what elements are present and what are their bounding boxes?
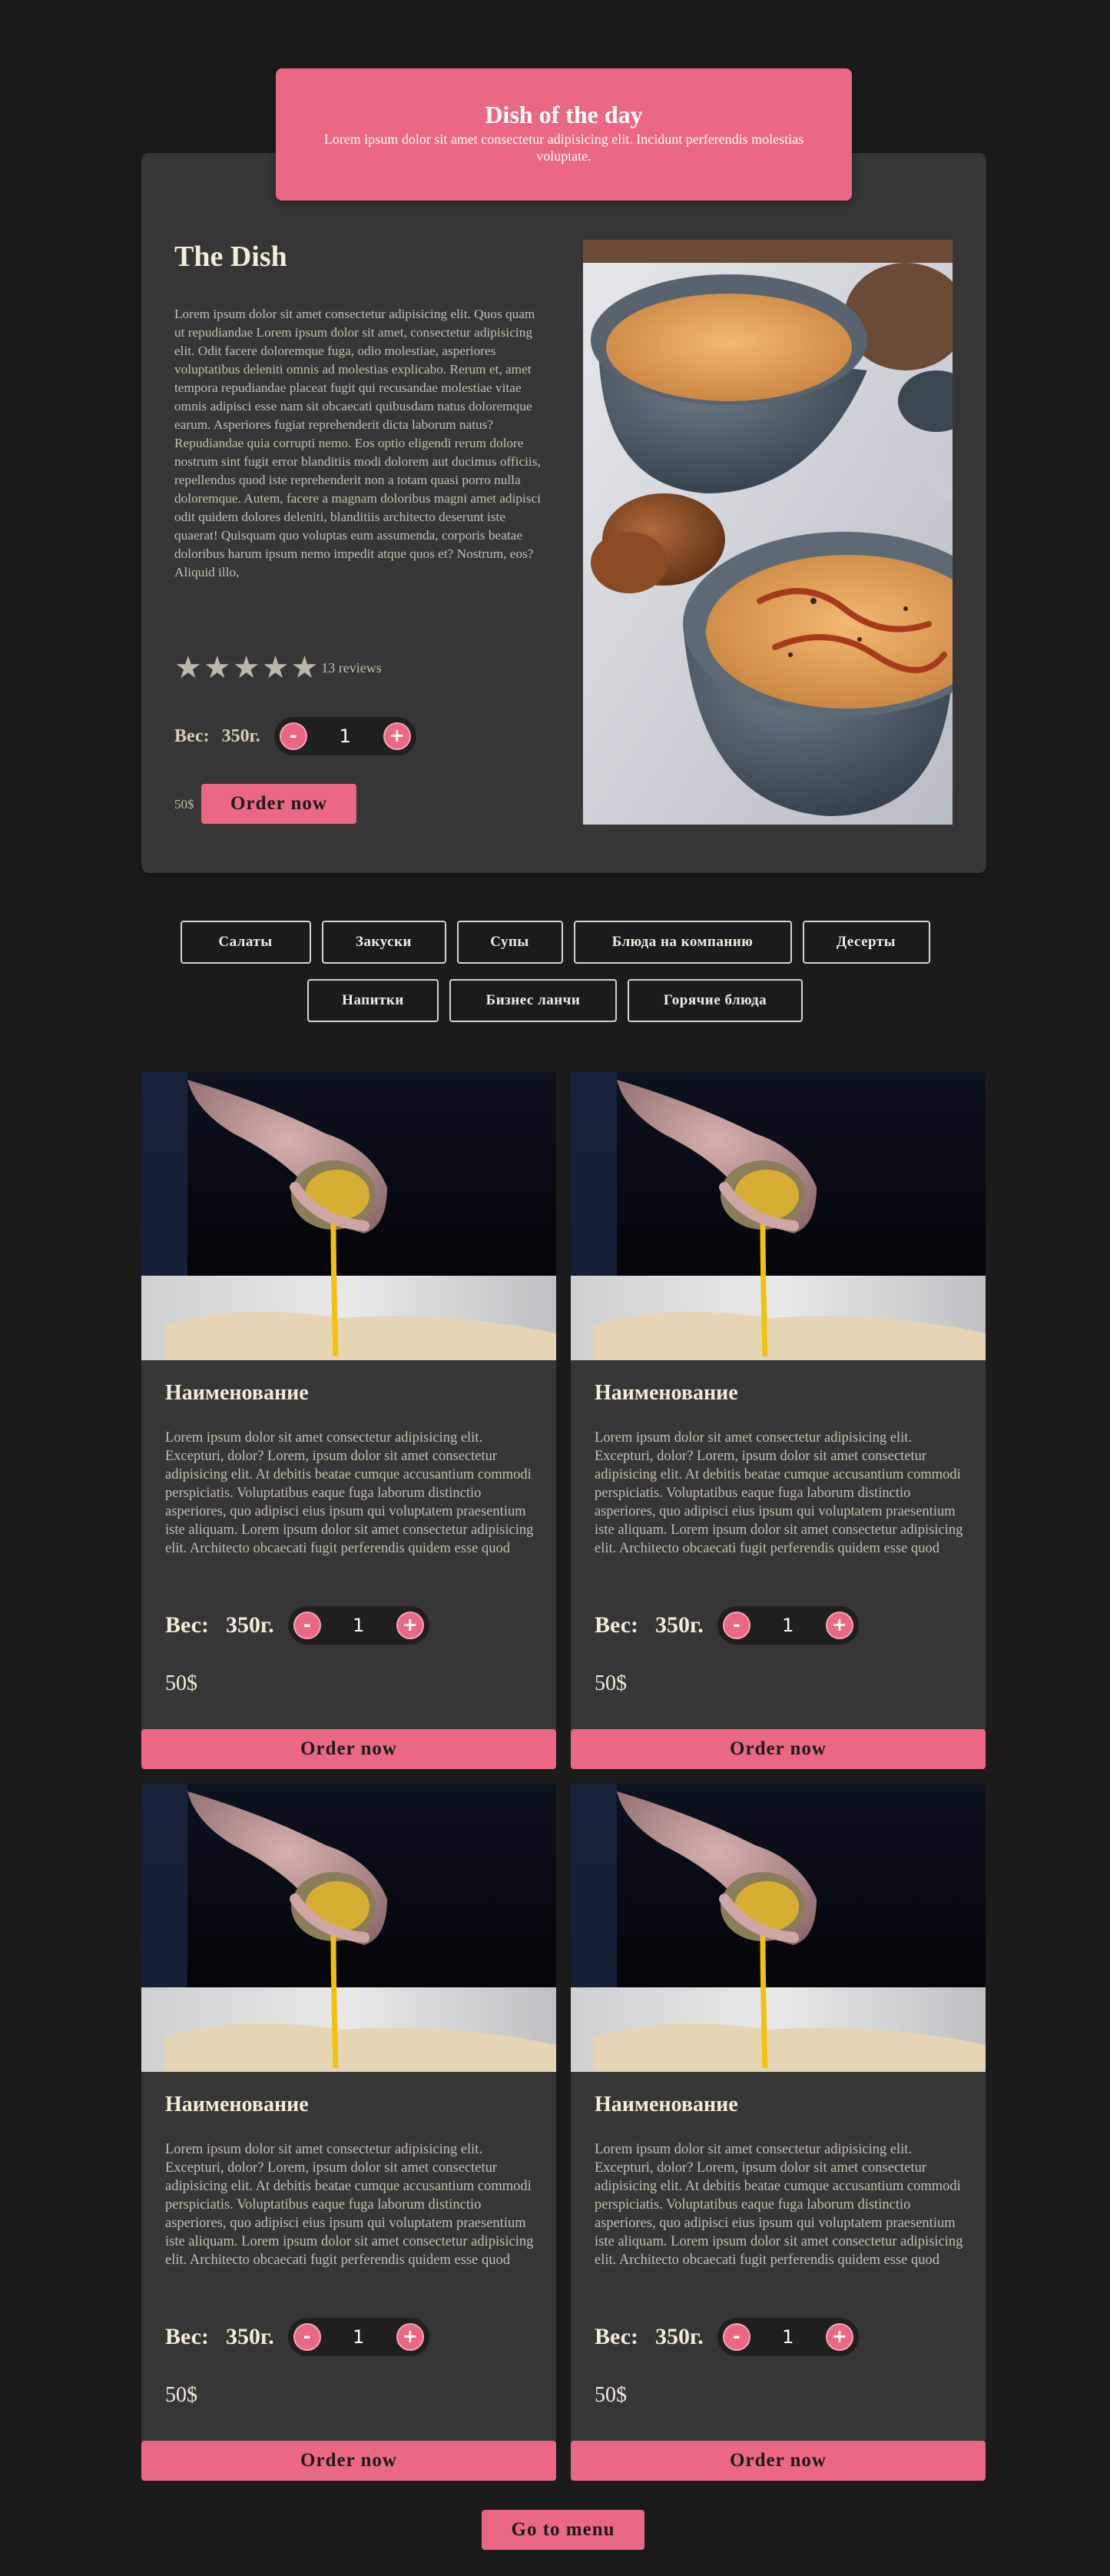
featured-price: 50$ (174, 797, 194, 812)
featured-dish-card: The Dish Lorem ipsum dolor sit amet cons… (141, 153, 986, 873)
order-now-button[interactable]: Order now (571, 2441, 986, 2481)
dish-of-the-day-banner: Dish of the day Lorem ipsum dolor sit am… (276, 68, 852, 201)
weight-label: Вес: (165, 1612, 209, 1638)
category-soups-button[interactable]: Супы (456, 921, 563, 964)
weight-row: Вес: 350г. - 1 + (595, 1606, 859, 1645)
quantity-stepper: - 1 + (287, 1606, 429, 1645)
weight-row: Вес: 350г. - 1 + (165, 2318, 429, 2356)
decrease-button[interactable]: - (293, 1612, 321, 1639)
product-description: Lorem ipsum dolor sit amet consectetur a… (595, 2142, 963, 2268)
category-drinks-button[interactable]: Напитки (307, 979, 439, 1022)
product-card: Наименование Lorem ipsum dolor sit amet … (571, 1072, 986, 1730)
featured-title: The Dish (174, 241, 287, 273)
product-card: Наименование Lorem ipsum dolor sit amet … (571, 1784, 986, 2442)
weight-label: Вес: (165, 2324, 209, 2349)
increase-button[interactable]: + (825, 1612, 853, 1639)
quantity-value: 1 (353, 1615, 365, 1636)
product-price: 50$ (595, 2383, 627, 2407)
product-title: Наименование (595, 1381, 738, 1405)
banner-subtitle: Lorem ipsum dolor sit amet consectetur a… (323, 131, 804, 164)
honey-pour-illustration (571, 1072, 986, 1360)
product-price: 50$ (165, 1671, 197, 1695)
weight-row: Вес: 350г. - 1 + (595, 2318, 859, 2356)
quantity-value: 1 (782, 2326, 794, 2348)
featured-description: Lorem ipsum dolor sit amet consectetur a… (174, 307, 542, 579)
increase-button[interactable]: + (383, 722, 411, 750)
weight-value: 350г. (655, 1612, 704, 1638)
weight-row: Вес: 350г. - 1 + (165, 1606, 429, 1645)
honey-pour-illustration (141, 1072, 556, 1360)
star-icon: ★ (232, 650, 260, 685)
product-title: Наименование (595, 2093, 738, 2116)
category-snacks-button[interactable]: Закуски (321, 921, 446, 964)
weight-value: 350г. (226, 2324, 274, 2349)
star-icon: ★ (261, 650, 290, 685)
category-row-2: Напитки Бизнес ланчи Горячие блюда (0, 979, 1110, 1022)
star-icon: ★ (203, 650, 231, 685)
go-to-menu-button[interactable]: Go to menu (482, 2510, 644, 2550)
honey-pour-photo (571, 1072, 986, 1360)
honey-pour-photo (571, 1784, 986, 2072)
quantity-value: 1 (353, 2326, 365, 2348)
quantity-value: 1 (339, 725, 351, 747)
decrease-button[interactable]: - (722, 1612, 750, 1639)
quantity-stepper: - 1 + (287, 2318, 429, 2356)
product-title: Наименование (165, 1381, 309, 1405)
weight-value: 350г. (226, 1612, 274, 1638)
star-icon: ★ (174, 650, 202, 685)
product-title: Наименование (165, 2093, 309, 2116)
decrease-button[interactable]: - (293, 2323, 321, 2351)
weight-label: Вес: (174, 725, 210, 746)
order-now-button[interactable]: Order now (571, 1729, 986, 1769)
weight-value: 350г. (221, 725, 260, 746)
decrease-button[interactable]: - (722, 2323, 750, 2351)
product-description: Lorem ipsum dolor sit amet consectetur a… (165, 1430, 534, 1556)
honey-pour-illustration (571, 1784, 986, 2072)
star-icon: ★ (290, 650, 319, 685)
honey-pour-photo (141, 1784, 556, 2072)
quantity-stepper: - 1 + (273, 717, 416, 755)
soup-bowls-illustration (583, 240, 953, 825)
weight-label: Вес: (595, 1612, 638, 1638)
quantity-stepper: - 1 + (717, 2318, 859, 2356)
banner-title: Dish of the day (485, 101, 643, 128)
weight-value: 350г. (655, 2324, 704, 2349)
product-description: Lorem ipsum dolor sit amet consectetur a… (595, 1430, 963, 1556)
category-salads-button[interactable]: Салаты (180, 921, 311, 964)
reviews-count: 13 reviews (321, 659, 382, 676)
quantity-stepper: - 1 + (717, 1606, 859, 1645)
category-hot-dishes-button[interactable]: Горячие блюда (628, 979, 803, 1022)
increase-button[interactable]: + (396, 1612, 424, 1639)
category-desserts-button[interactable]: Десерты (802, 921, 930, 964)
category-group-dishes-button[interactable]: Блюда на компанию (573, 921, 792, 964)
soup-bowls-photo (583, 240, 953, 825)
product-price: 50$ (165, 2383, 197, 2407)
honey-pour-photo (141, 1072, 556, 1360)
product-card: Наименование Lorem ipsum dolor sit amet … (141, 1072, 556, 1730)
weight-label: Вес: (595, 2324, 638, 2349)
honey-pour-illustration (141, 1784, 556, 2072)
rating: ★ ★ ★ ★ ★ 13 reviews (174, 652, 382, 683)
category-business-lunch-button[interactable]: Бизнес ланчи (449, 979, 617, 1022)
increase-button[interactable]: + (825, 2323, 853, 2351)
product-description: Lorem ipsum dolor sit amet consectetur a… (165, 2142, 534, 2268)
order-now-button[interactable]: Order now (141, 2441, 556, 2481)
increase-button[interactable]: + (396, 2323, 424, 2351)
weight-row: Вес: 350г. - 1 + (174, 717, 416, 755)
category-row-1: Салаты Закуски Супы Блюда на компанию Де… (0, 921, 1110, 964)
order-now-button[interactable]: Order now (141, 1729, 556, 1769)
product-price: 50$ (595, 1671, 627, 1695)
order-now-button[interactable]: Order now (201, 784, 356, 824)
quantity-value: 1 (782, 1615, 794, 1636)
decrease-button[interactable]: - (279, 722, 307, 750)
product-card: Наименование Lorem ipsum dolor sit amet … (141, 1784, 556, 2442)
